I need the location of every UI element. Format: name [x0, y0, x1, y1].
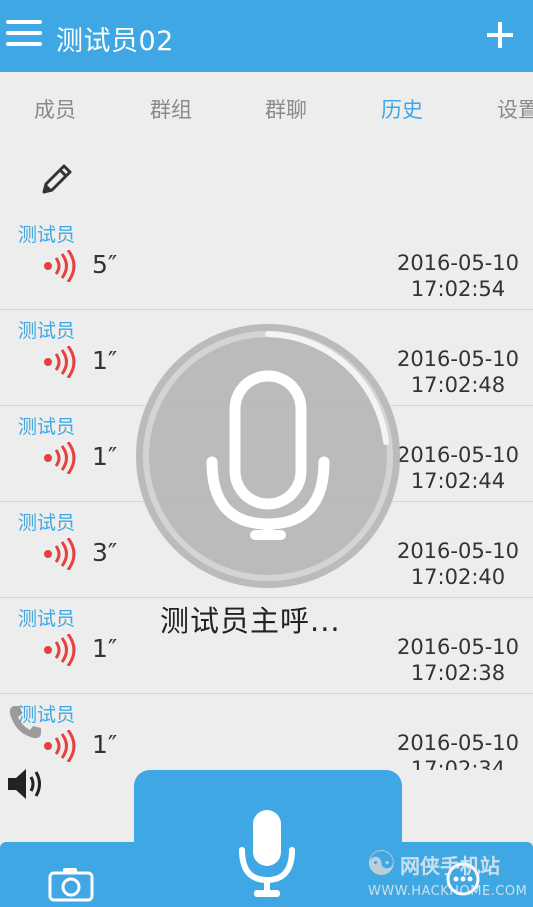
- caller-name: 测试员: [18, 320, 76, 342]
- record-time: 17:02:44: [410, 469, 506, 493]
- recording-overlay: [136, 324, 400, 588]
- record-timestamp: 2016-05-10 17:02:38: [397, 634, 519, 686]
- caller-name: 测试员: [18, 224, 76, 246]
- microphone-icon[interactable]: [236, 808, 298, 900]
- history-row[interactable]: 测试员 1″ 2016-05-10 17:02:34: [0, 694, 533, 770]
- record-date: 2016-05-10: [396, 443, 519, 467]
- caller-name: 测试员: [18, 416, 76, 438]
- voice-duration: 1″: [92, 346, 118, 375]
- phone-icon[interactable]: [6, 702, 46, 742]
- voice-play-icon[interactable]: [42, 346, 78, 378]
- record-time: 17:02:34: [410, 757, 506, 770]
- voice-duration: 1″: [92, 442, 118, 471]
- watermark-url: WWW.HACKHOME.COM: [368, 884, 528, 899]
- plus-icon[interactable]: [487, 22, 513, 48]
- voice-play-icon[interactable]: [42, 442, 78, 474]
- voice-play-icon[interactable]: [42, 538, 78, 570]
- tab-group-chat[interactable]: 群聊: [265, 94, 307, 124]
- tab-bar: 成员 群组 群聊 历史 设置: [0, 72, 533, 144]
- tab-history[interactable]: 历史: [381, 94, 423, 124]
- record-time: 17:02:54: [410, 277, 506, 301]
- voice-duration: 3″: [92, 538, 118, 567]
- voice-duration: 1″: [92, 634, 118, 663]
- history-row[interactable]: 测试员 5″ 2016-05-10 17:02:54: [0, 214, 533, 310]
- record-date: 2016-05-10: [396, 731, 519, 755]
- caller-name: 测试员: [18, 608, 76, 630]
- record-date: 2016-05-10: [396, 347, 519, 371]
- tab-settings[interactable]: 设置: [497, 94, 533, 124]
- record-timestamp: 2016-05-10 17:02:48: [397, 346, 519, 398]
- voice-duration: 5″: [92, 250, 118, 279]
- speaker-icon[interactable]: [6, 766, 46, 802]
- voice-play-icon[interactable]: [42, 250, 78, 282]
- record-time: 17:02:38: [410, 661, 506, 685]
- hamburger-menu-icon[interactable]: [6, 20, 42, 50]
- tab-groups[interactable]: 群组: [150, 94, 192, 124]
- voice-duration: 1″: [92, 730, 118, 759]
- record-date: 2016-05-10: [396, 635, 519, 659]
- record-time: 17:02:40: [410, 565, 506, 589]
- call-status-text: 测试员主呼...: [160, 604, 341, 638]
- pencil-icon[interactable]: [38, 160, 76, 198]
- record-timestamp: 2016-05-10 17:02:34: [397, 730, 519, 770]
- caller-name: 测试员: [18, 512, 76, 534]
- tab-members[interactable]: 成员: [34, 94, 76, 124]
- record-timestamp: 2016-05-10 17:02:40: [397, 538, 519, 590]
- record-timestamp: 2016-05-10 17:02:44: [397, 442, 519, 494]
- record-time: 17:02:48: [410, 373, 506, 397]
- app-bar: 测试员02: [0, 0, 533, 72]
- camera-icon[interactable]: [48, 866, 94, 902]
- page-title: 测试员02: [56, 26, 174, 57]
- voice-play-icon[interactable]: [42, 634, 78, 666]
- record-timestamp: 2016-05-10 17:02:54: [397, 250, 519, 302]
- record-date: 2016-05-10: [396, 251, 519, 275]
- record-date: 2016-05-10: [396, 539, 519, 563]
- watermark: ☯ 网侠手机站 WWW.HACKHOME.COM: [362, 844, 530, 904]
- voice-play-icon[interactable]: [42, 730, 78, 762]
- watermark-logo-icon: ☯: [366, 844, 397, 884]
- watermark-text: 网侠手机站: [400, 854, 500, 878]
